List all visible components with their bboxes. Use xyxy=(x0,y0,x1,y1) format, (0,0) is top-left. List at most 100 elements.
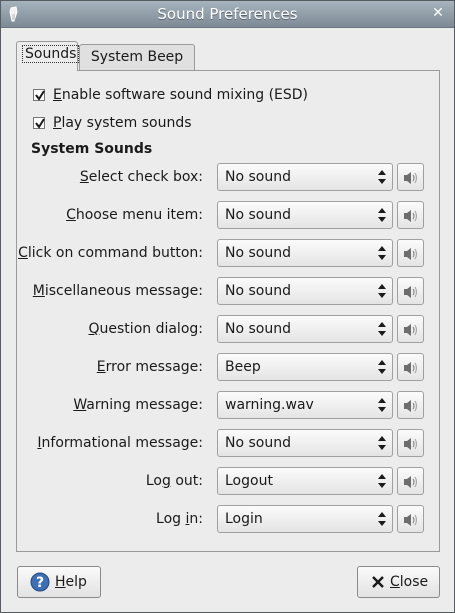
sound-select[interactable]: No sound xyxy=(217,277,393,305)
enable-mixing-text: nable software sound mixing (ESD) xyxy=(61,87,309,103)
updown-arrows-icon xyxy=(378,284,386,298)
label-suffix: iscellaneous message: xyxy=(44,283,203,299)
sound-event-label: Warning message: xyxy=(73,397,203,413)
system-sounds-heading: System Sounds xyxy=(31,141,153,157)
updown-arrows-icon xyxy=(378,246,386,260)
sound-event-row: Log out: Logout xyxy=(17,467,441,497)
label-mnemonic: Q xyxy=(88,321,100,337)
help-button-label: Help xyxy=(55,574,87,590)
label-suffix: uestion dialog: xyxy=(99,321,203,337)
label-suffix: lick on command button: xyxy=(27,245,203,261)
label-mnemonic: g xyxy=(162,473,171,489)
enable-mixing-checkbox[interactable] xyxy=(33,89,45,101)
sound-select-value: Beep xyxy=(225,359,261,375)
sound-select-value: No sound xyxy=(225,207,291,223)
sound-select-value: Logout xyxy=(225,473,273,489)
sound-event-row: Question dialog: No sound xyxy=(17,315,441,345)
updown-arrows-icon xyxy=(378,512,386,526)
play-sound-button[interactable] xyxy=(397,315,424,343)
sound-event-label: Select check box: xyxy=(80,169,203,185)
sound-event-label: Question dialog: xyxy=(89,321,204,337)
sound-select[interactable]: No sound xyxy=(217,315,393,343)
play-sound-button[interactable] xyxy=(397,163,424,191)
updown-arrows-icon xyxy=(378,474,386,488)
window-close-icon[interactable]: ✕ xyxy=(430,5,446,21)
help-button[interactable]: ? Help xyxy=(17,566,101,598)
tab-system-beep-label: System Beep xyxy=(90,49,184,65)
tab-system-beep[interactable]: System Beep xyxy=(79,44,195,70)
sound-event-label: Miscellaneous message: xyxy=(33,283,203,299)
sound-event-label: Click on command button: xyxy=(18,245,203,261)
updown-arrows-icon xyxy=(378,208,386,222)
play-sound-button[interactable] xyxy=(397,353,424,381)
sound-select[interactable]: Login xyxy=(217,505,393,533)
close-mnemonic: C xyxy=(390,574,400,590)
play-sound-button[interactable] xyxy=(397,239,424,267)
svg-text:?: ? xyxy=(36,575,44,591)
sound-select-value: No sound xyxy=(225,169,291,185)
sound-event-label: Informational message: xyxy=(37,435,203,451)
sound-event-row: Miscellaneous message: No sound xyxy=(17,277,441,307)
sound-select[interactable]: warning.wav xyxy=(217,391,393,419)
sound-select-value: No sound xyxy=(225,245,291,261)
label-prefix: Log xyxy=(156,511,186,527)
label-mnemonic: S xyxy=(79,169,89,185)
help-text: elp xyxy=(65,574,87,590)
play-sound-button[interactable] xyxy=(397,429,424,457)
play-system-sounds-text: lay system sounds xyxy=(61,115,192,131)
updown-arrows-icon xyxy=(378,436,386,450)
sound-select-value: No sound xyxy=(225,321,291,337)
window-title: Sound Preferences xyxy=(157,5,298,23)
sound-event-label: Log out: xyxy=(146,473,203,489)
label-mnemonic: E xyxy=(96,359,106,375)
label-suffix: arning message: xyxy=(86,397,203,413)
sound-select-value: No sound xyxy=(225,435,291,451)
updown-arrows-icon xyxy=(378,322,386,336)
sound-event-row: Click on command button: No sound xyxy=(17,239,441,269)
label-prefix: Lo xyxy=(145,473,162,489)
sound-event-row: Select check box: No sound xyxy=(17,163,441,193)
updown-arrows-icon xyxy=(378,360,386,374)
sound-select[interactable]: No sound xyxy=(217,163,393,191)
play-system-sounds-checkbox[interactable] xyxy=(33,117,45,129)
sound-select-value: Login xyxy=(225,511,263,527)
label-mnemonic: W xyxy=(73,397,87,413)
help-mnemonic: H xyxy=(55,574,66,590)
play-sound-button[interactable] xyxy=(397,277,424,305)
sound-select[interactable]: No sound xyxy=(217,429,393,457)
play-system-sounds-label: Play system sounds xyxy=(53,115,192,131)
close-icon xyxy=(372,576,384,588)
sound-select[interactable]: No sound xyxy=(217,239,393,267)
updown-arrows-icon xyxy=(378,170,386,184)
sound-event-row: Error message: Beep xyxy=(17,353,441,383)
sound-select-value: No sound xyxy=(225,283,291,299)
sound-event-label: Log in: xyxy=(156,511,203,527)
title-bar[interactable]: Sound Preferences ✕ xyxy=(1,1,454,28)
label-mnemonic: C xyxy=(66,207,76,223)
sound-select[interactable]: No sound xyxy=(217,201,393,229)
play-sound-button[interactable] xyxy=(397,467,424,495)
label-suffix: n: xyxy=(189,511,203,527)
sound-select-value: warning.wav xyxy=(225,397,314,413)
sound-event-row: Choose menu item: No sound xyxy=(17,201,441,231)
sound-select[interactable]: Logout xyxy=(217,467,393,495)
sound-event-label: Error message: xyxy=(97,359,203,375)
label-suffix: out: xyxy=(170,473,203,489)
tab-sounds-label: Sounds xyxy=(21,45,80,63)
label-suffix: hoose menu item: xyxy=(75,207,203,223)
enable-mixing-mnemonic: E xyxy=(53,87,62,103)
play-sound-button[interactable] xyxy=(397,201,424,229)
enable-mixing-label: Enable software sound mixing (ESD) xyxy=(53,87,308,103)
sound-event-row: Warning message: warning.wav xyxy=(17,391,441,421)
close-button[interactable]: Close xyxy=(357,566,440,598)
play-sound-button[interactable] xyxy=(397,505,424,533)
help-icon: ? xyxy=(30,572,50,592)
sound-select[interactable]: Beep xyxy=(217,353,393,381)
sound-event-row: Informational message: No sound xyxy=(17,429,441,459)
tab-sounds[interactable]: Sounds xyxy=(16,41,80,71)
sound-preferences-window: Sound Preferences ✕ Sounds System Beep E… xyxy=(0,0,455,613)
label-suffix: nformational message: xyxy=(41,435,203,451)
play-sound-button[interactable] xyxy=(397,391,424,419)
sound-event-row: Log in: Login xyxy=(17,505,441,535)
label-suffix: rror message: xyxy=(105,359,203,375)
